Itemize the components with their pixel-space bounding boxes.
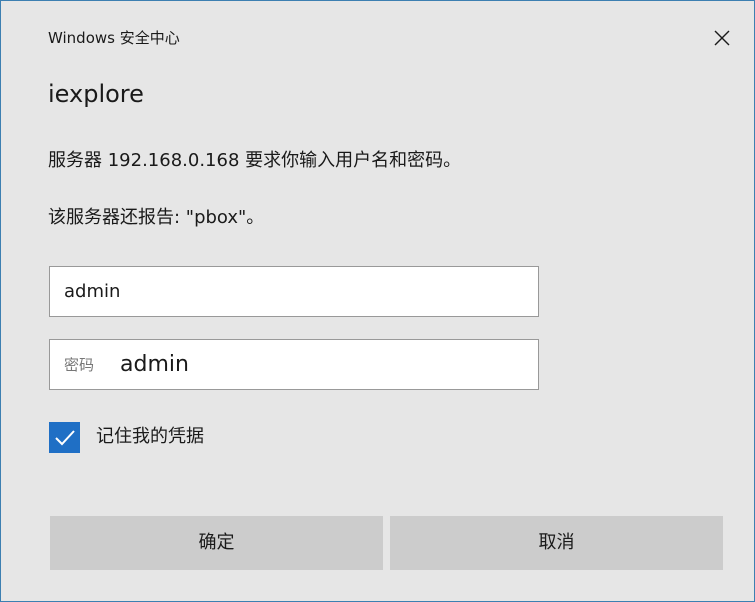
cancel-button[interactable]: 取消	[390, 516, 723, 570]
server-realm-message: 该服务器还报告: "pbox"。	[48, 207, 265, 228]
checkmark-icon	[55, 430, 75, 446]
close-icon	[714, 30, 730, 46]
title-bar[interactable]: Windows 安全中心	[1, 1, 754, 67]
server-request-message: 服务器 192.168.0.168 要求你输入用户名和密码。	[48, 150, 462, 171]
window-title: Windows 安全中心	[48, 29, 180, 47]
remember-credentials-checkbox[interactable]	[49, 422, 80, 453]
ok-button[interactable]: 确定	[50, 516, 383, 570]
credential-dialog: Windows 安全中心 iexplore 服务器 192.168.0.168 …	[0, 0, 755, 602]
username-field[interactable]: admin	[49, 266, 539, 317]
app-name: iexplore	[48, 80, 144, 108]
username-value: admin	[64, 281, 121, 302]
remember-credentials-label: 记住我的凭据	[96, 426, 204, 447]
password-field[interactable]: 密码 admin	[49, 339, 539, 390]
password-placeholder: 密码	[64, 356, 95, 374]
close-button[interactable]	[707, 23, 737, 53]
password-typed-text: admin	[120, 352, 189, 377]
